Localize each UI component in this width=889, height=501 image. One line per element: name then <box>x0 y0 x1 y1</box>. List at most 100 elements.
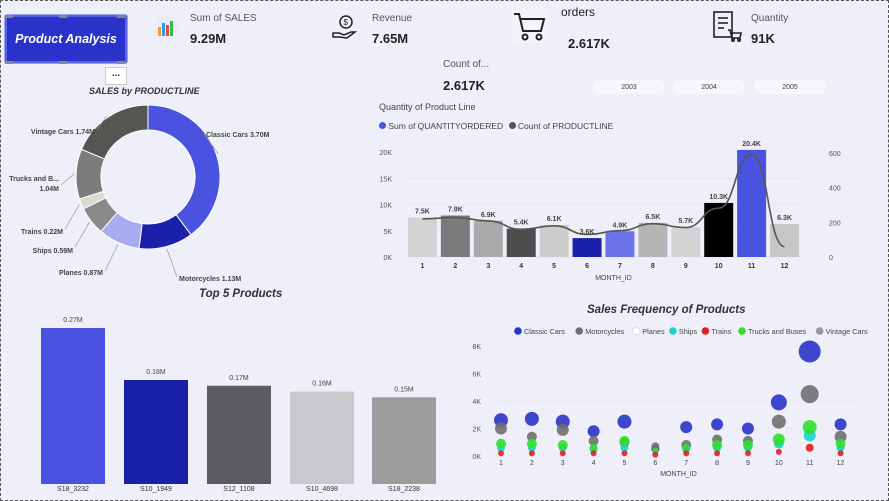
quantity-bar-9[interactable] <box>671 227 701 257</box>
scatter-point-trucks-and-buses[interactable] <box>712 440 723 450</box>
svg-text:$: $ <box>344 18 349 27</box>
quantity-bar-7[interactable] <box>605 231 635 257</box>
year-slicer-2005[interactable]: 2005 <box>754 80 826 94</box>
resize-handle-br[interactable] <box>117 61 125 64</box>
chart-icon <box>153 15 179 41</box>
scatter-point-trucks-and-buses[interactable] <box>802 420 817 435</box>
scatter-x-tick: 10 <box>775 460 783 467</box>
scatter-point-trains[interactable] <box>683 450 690 457</box>
scatter-point-trains[interactable] <box>744 450 751 457</box>
orders-kpi-value: 2.617K <box>568 36 610 51</box>
donut-data-label: Planes 0.87M <box>59 270 103 277</box>
resize-handle-tl[interactable] <box>5 15 13 18</box>
scatter-point-trucks-and-buses[interactable] <box>835 438 846 449</box>
scatter-point-classic-cars[interactable] <box>587 425 600 438</box>
scatter-point-trucks-and-buses[interactable] <box>619 435 630 446</box>
scatter-point-motorcycles[interactable] <box>495 422 507 435</box>
scatter-point-trucks-and-buses[interactable] <box>557 440 568 450</box>
quantity-kpi-label: Quantity <box>751 13 789 24</box>
scatter-point-classic-cars[interactable] <box>680 421 693 434</box>
donut-data-label: Ships 0.59M <box>33 248 74 255</box>
scatter-x-tick: 5 <box>623 460 627 467</box>
scatter-y-tick: 2K <box>472 427 481 434</box>
y-tick-label: 5K <box>383 229 392 236</box>
x-tick-label: 9 <box>684 263 688 270</box>
scatter-point-motorcycles[interactable] <box>556 423 569 436</box>
donut-data-label: Motorcycles 1.13M <box>179 276 241 283</box>
resize-handle-bm[interactable] <box>59 61 67 64</box>
quantity-chart-title: Quantity of Product Line <box>379 102 476 112</box>
scatter-legend-dot <box>632 326 641 336</box>
scatter-point-trucks-and-buses[interactable] <box>742 440 753 450</box>
scatter-point-trains[interactable] <box>621 450 628 457</box>
sales-by-productline-donut: Classic Cars 3.70M Motorcycles 1.13M Plane… <box>9 104 270 283</box>
scatter-point-trains[interactable] <box>559 450 566 457</box>
top5-bar-s10_4698[interactable] <box>290 391 354 484</box>
top5-data-label: 0.17M <box>229 375 249 382</box>
quantity-bar-2[interactable] <box>440 215 470 257</box>
x-tick-label: 12 <box>781 263 789 270</box>
scatter-x-tick: 3 <box>561 460 565 467</box>
scatter-point-trains[interactable] <box>590 450 597 457</box>
scatter-y-tick: 0K <box>472 454 481 461</box>
top5-bar-s12_1108[interactable] <box>207 385 271 484</box>
scatter-point-trains[interactable] <box>805 443 814 452</box>
quantity-of-product-line-chart: 0K 5K 10K 15K 20K 0 200 400 600 7.5K 1 7.9K 2 6.9K 3 5.… <box>380 141 841 282</box>
quantity-bar-5[interactable] <box>539 224 569 257</box>
resize-handle-tr[interactable] <box>117 15 125 18</box>
scatter-point-motorcycles[interactable] <box>800 385 819 404</box>
top5-bar-s18_3232[interactable] <box>41 328 105 484</box>
product-analysis-button[interactable]: Product Analysis <box>5 15 127 63</box>
scatter-y-tick: 8K <box>472 344 481 351</box>
scatter-point-classic-cars[interactable] <box>798 340 821 363</box>
resize-handle-bl[interactable] <box>5 61 13 64</box>
scatter-point-classic-cars[interactable] <box>741 422 754 435</box>
scatter-point-trucks-and-buses[interactable] <box>772 433 785 446</box>
scatter-x-tick: 6 <box>653 460 657 467</box>
donut-slice-classic-cars[interactable] <box>147 104 221 236</box>
scatter-point-trucks-and-buses[interactable] <box>526 438 537 449</box>
y-tick-label: 20K <box>380 150 393 157</box>
more-options-button[interactable]: ... <box>105 67 127 85</box>
quantity-bar-3[interactable] <box>473 220 503 257</box>
bar-data-label: 7.5K <box>415 209 430 216</box>
scatter-point-classic-cars[interactable] <box>524 411 539 426</box>
top5-category-label: S10_1949 <box>140 486 172 493</box>
scatter-x-tick: 1 <box>499 460 503 467</box>
scatter-point-trains[interactable] <box>714 450 721 457</box>
resize-handle-tm[interactable] <box>59 15 67 18</box>
top5-bar-s18_2238[interactable] <box>372 397 436 484</box>
scatter-point-classic-cars[interactable] <box>770 394 787 411</box>
scatter-point-trains[interactable] <box>498 450 504 457</box>
scatter-legend-label: Ships <box>679 327 698 336</box>
invoice-cart-icon <box>711 10 743 42</box>
scatter-legend-dot <box>815 327 824 335</box>
top-5-products-chart: 0.27M S18_3232 0.18M S10_1949 0.17M S12_1108 0… <box>41 317 436 493</box>
dashboard-canvas: Product Analysis ... Sum of SALES 9.29M … <box>0 0 889 501</box>
sales-kpi-label: Sum of SALES <box>190 13 257 24</box>
scatter-point-trains[interactable] <box>652 451 659 458</box>
year-slicer-2004[interactable]: 2004 <box>673 80 745 94</box>
scatter-x-axis-title: MONTH_ID <box>660 471 697 478</box>
quantity-bar-11[interactable] <box>737 149 767 257</box>
scatter-point-motorcycles[interactable] <box>771 414 786 429</box>
quantity-bar-6[interactable] <box>572 238 602 257</box>
scatter-point-classic-cars[interactable] <box>711 418 724 431</box>
scatter-x-tick: 4 <box>592 460 596 467</box>
bar-data-label: 10.3K <box>709 194 728 201</box>
quantity-bar-8[interactable] <box>638 222 668 257</box>
scatter-point-trains[interactable] <box>528 450 535 457</box>
top5-category-label: S18_3232 <box>57 486 89 493</box>
scatter-point-classic-cars[interactable] <box>834 418 847 431</box>
quantity-bar-1[interactable] <box>407 217 437 257</box>
scatter-point-classic-cars[interactable] <box>617 414 632 429</box>
top5-bar-s10_1949[interactable] <box>124 380 188 484</box>
quantity-bar-4[interactable] <box>506 228 536 257</box>
scatter-point-trains[interactable] <box>837 450 844 457</box>
scatter-x-tick: 7 <box>684 460 688 467</box>
x-axis-title: MONTH_ID <box>595 275 632 282</box>
legend-label-quantity: Sum of QUANTITYORDERED <box>388 121 504 131</box>
scatter-point-trucks-and-buses[interactable] <box>496 438 506 449</box>
year-slicer-2003[interactable]: 2003 <box>593 80 665 94</box>
scatter-point-trains[interactable] <box>775 448 782 455</box>
